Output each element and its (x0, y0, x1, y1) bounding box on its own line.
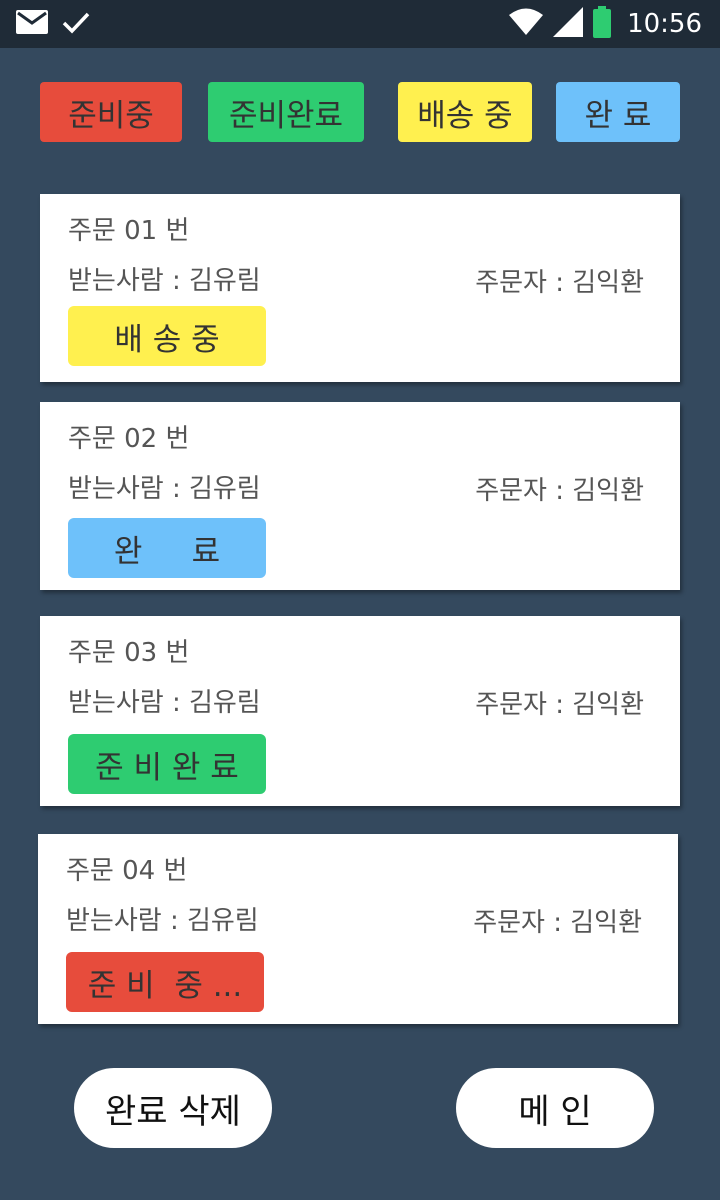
recipient-label: 받는사람 : 김유림 (66, 906, 259, 936)
filter-shipping-button[interactable]: 배송 중 (398, 82, 532, 142)
filter-complete-button[interactable]: 완 료 (556, 82, 680, 142)
recipient-label: 받는사람 : 김유림 (68, 688, 261, 718)
signal-icon (553, 7, 584, 41)
status-button[interactable]: 배 송 중 (68, 306, 266, 366)
order-title: 주문 04 번 (66, 856, 188, 886)
recipient-label: 받는사람 : 김유림 (68, 474, 261, 504)
order-card[interactable]: 주문 01 번 받는사람 : 김유림 주문자 : 김익환 배 송 중 (40, 194, 680, 382)
recipient-label: 받는사람 : 김유림 (68, 266, 261, 296)
orderer-label: 주문자 : 김익환 (473, 908, 642, 938)
main-button[interactable]: 메 인 (456, 1068, 654, 1148)
status-bar: 10:56 (0, 0, 720, 48)
order-card[interactable]: 주문 02 번 받는사람 : 김유림 주문자 : 김익환 완 료 (40, 402, 680, 590)
orderer-label: 주문자 : 김익환 (475, 476, 644, 506)
battery-icon (593, 6, 612, 42)
order-card[interactable]: 주문 03 번 받는사람 : 김유림 주문자 : 김익환 준 비 완 료 (40, 616, 680, 806)
filter-ready-button[interactable]: 준비완료 (208, 82, 364, 142)
orderer-label: 주문자 : 김익환 (475, 690, 644, 720)
check-icon (62, 10, 90, 38)
order-title: 주문 03 번 (68, 638, 190, 668)
orderer-label: 주문자 : 김익환 (475, 268, 644, 298)
order-title: 주문 02 번 (68, 424, 190, 454)
wifi-icon (509, 8, 544, 40)
status-button[interactable]: 준 비 완 료 (68, 734, 266, 794)
order-title: 주문 01 번 (68, 216, 190, 246)
clock: 10:56 (627, 9, 702, 39)
mail-icon (16, 10, 48, 38)
filter-preparing-button[interactable]: 준비중 (40, 82, 182, 142)
order-card[interactable]: 주문 04 번 받는사람 : 김유림 주문자 : 김익환 준 비 중 ... (38, 834, 678, 1024)
status-button[interactable]: 완 료 (68, 518, 266, 578)
delete-completed-button[interactable]: 완료 삭제 (74, 1068, 272, 1148)
status-button[interactable]: 준 비 중 ... (66, 952, 264, 1012)
